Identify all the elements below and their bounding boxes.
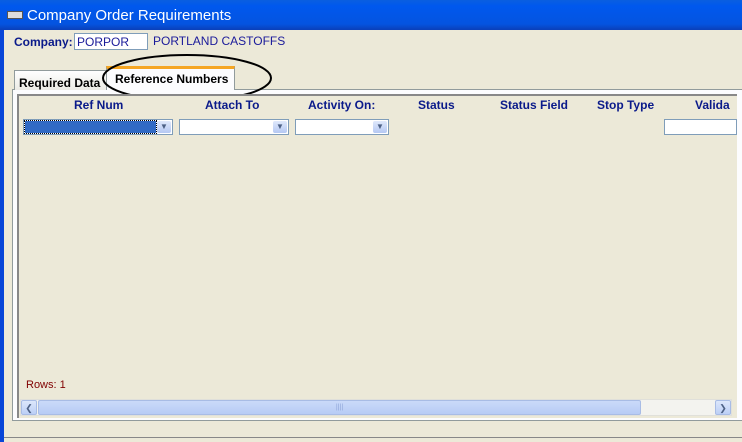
window-border [0,30,4,442]
company-name: PORTLAND CASTOFFS [153,34,286,48]
ref-num-combo[interactable]: ▼ [23,119,173,135]
tab-required-data[interactable]: Required Data [14,70,107,90]
chevron-down-icon[interactable]: ▼ [273,121,287,133]
app-icon [7,11,23,19]
column-header-status[interactable]: Status [418,98,455,112]
ref-num-selection [24,120,157,134]
column-header-validation[interactable]: Valida [695,98,730,112]
reference-grid [17,94,737,418]
chevron-down-icon[interactable]: ▼ [373,121,387,133]
activity-on-combo[interactable]: ▼ [295,119,389,135]
chevron-down-icon[interactable]: ▼ [157,121,171,133]
rows-count: Rows: 1 [26,379,66,391]
horizontal-scrollbar[interactable]: ❮ |||| ❯ [20,399,732,416]
column-header-stop-type[interactable]: Stop Type [597,98,654,112]
scroll-left-icon[interactable]: ❮ [21,400,37,415]
column-header-attach-to[interactable]: Attach To [205,98,259,112]
scrollbar-thumb[interactable]: |||| [38,400,641,415]
column-header-status-field[interactable]: Status Field [500,98,568,112]
scroll-right-icon[interactable]: ❯ [715,400,731,415]
company-label: Company: [14,35,73,49]
company-code-input[interactable]: PORPOR [74,33,148,50]
attach-to-combo[interactable]: ▼ [179,119,289,135]
window-title: Company Order Requirements [27,7,232,24]
column-header-activity-on[interactable]: Activity On: [308,98,375,112]
validation-input[interactable] [664,119,737,135]
column-header-ref-num[interactable]: Ref Num [74,98,123,112]
window-bottom [4,437,742,442]
